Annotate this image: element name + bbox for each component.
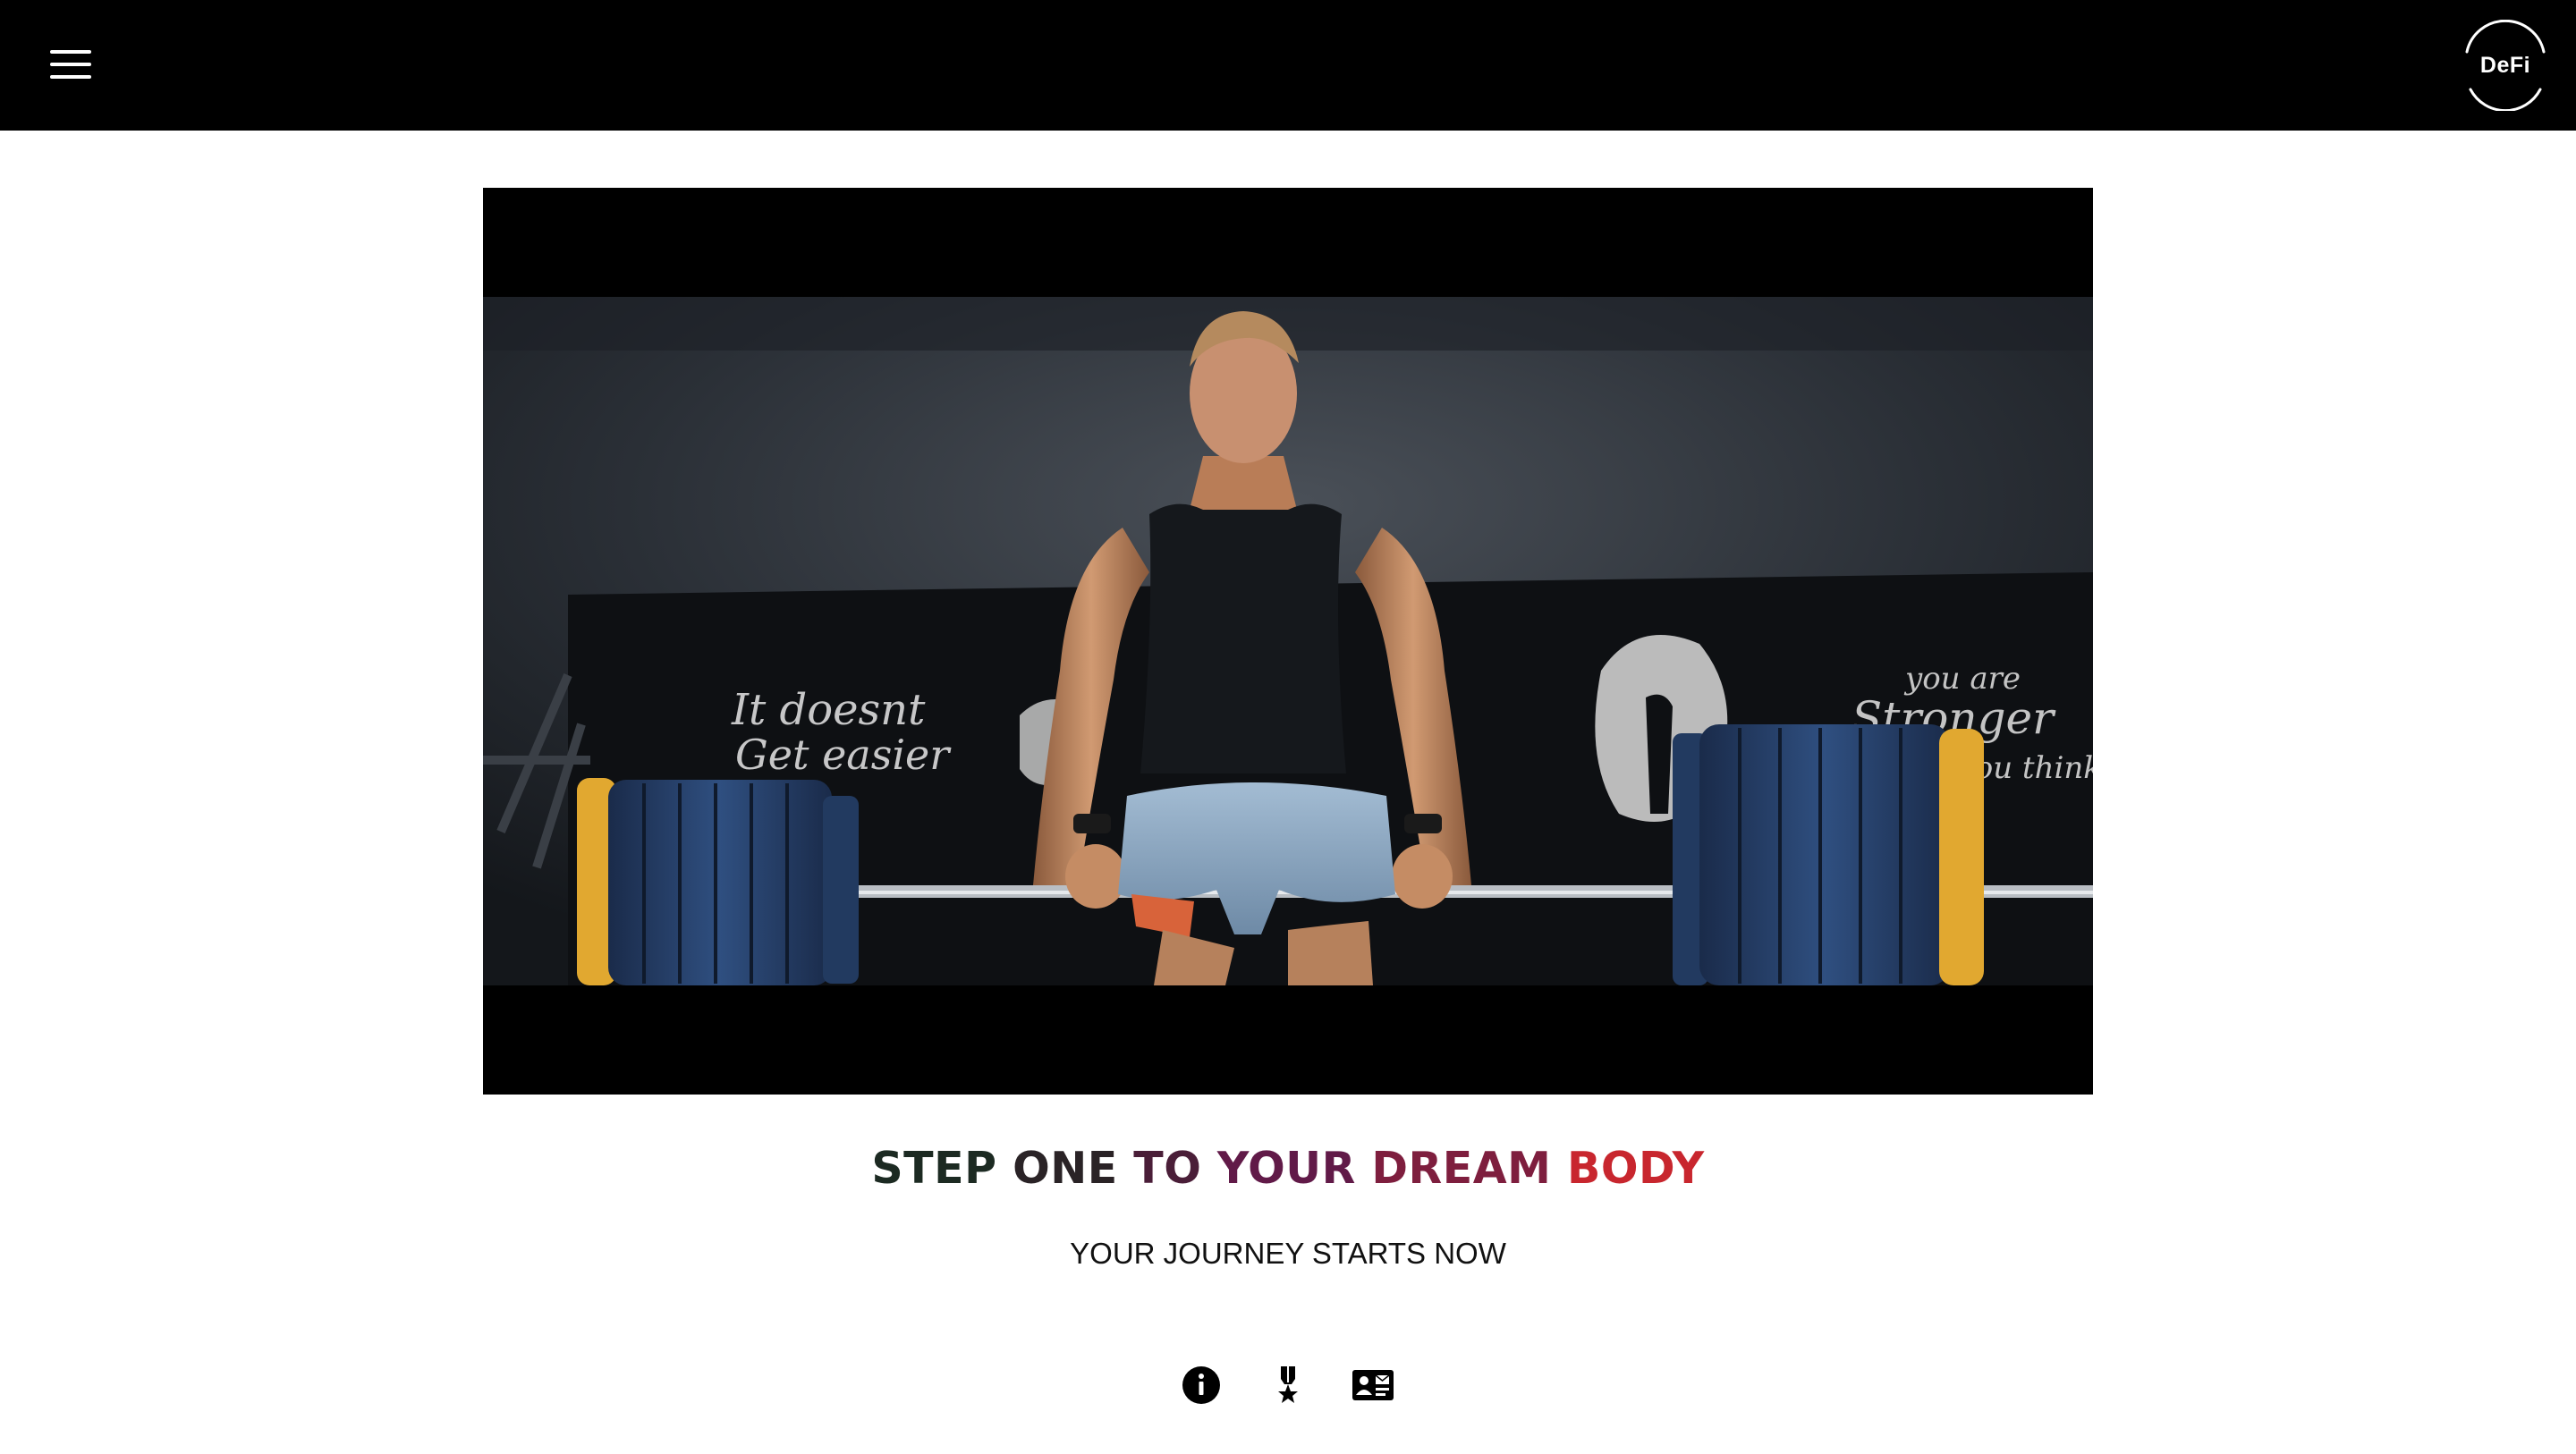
- svg-text:Get easier: Get easier: [735, 731, 952, 779]
- menu-line: [50, 63, 91, 66]
- hero-headline: STEP ONE TO YOUR DREAM BODY: [0, 1137, 2576, 1200]
- svg-text:It doesnt: It doesnt: [731, 685, 926, 735]
- menu-line: [50, 75, 91, 79]
- defi-logo[interactable]: DeFi: [2460, 20, 2551, 111]
- footer-icon-row: [1179, 1363, 1402, 1408]
- svg-text:you are: you are: [1903, 661, 2021, 697]
- headline-word: TO: [1133, 1143, 1217, 1194]
- top-navigation-bar: DeFi: [0, 0, 2576, 131]
- headline-word: STEP: [871, 1143, 1013, 1194]
- logo-text: DeFi: [2479, 53, 2531, 78]
- headline-word: BODY: [1567, 1143, 1705, 1194]
- headline-word: DREAM: [1371, 1143, 1567, 1194]
- medal-icon[interactable]: [1266, 1363, 1310, 1408]
- headline-word: YOUR: [1216, 1143, 1372, 1194]
- info-icon[interactable]: [1179, 1363, 1224, 1408]
- hamburger-menu-icon[interactable]: [50, 46, 93, 82]
- hero-video-player[interactable]: It doesnt Get easier But you are Stronge…: [483, 188, 2093, 1095]
- menu-line: [50, 50, 91, 54]
- video-frame-deadlift-scene: It doesnt Get easier But you are Stronge…: [483, 297, 2093, 985]
- contact-card-icon[interactable]: [1351, 1363, 1395, 1408]
- headline-word: ONE: [1013, 1143, 1134, 1194]
- hero-subtitle: YOUR JOURNEY STARTS NOW: [1070, 1237, 1506, 1270]
